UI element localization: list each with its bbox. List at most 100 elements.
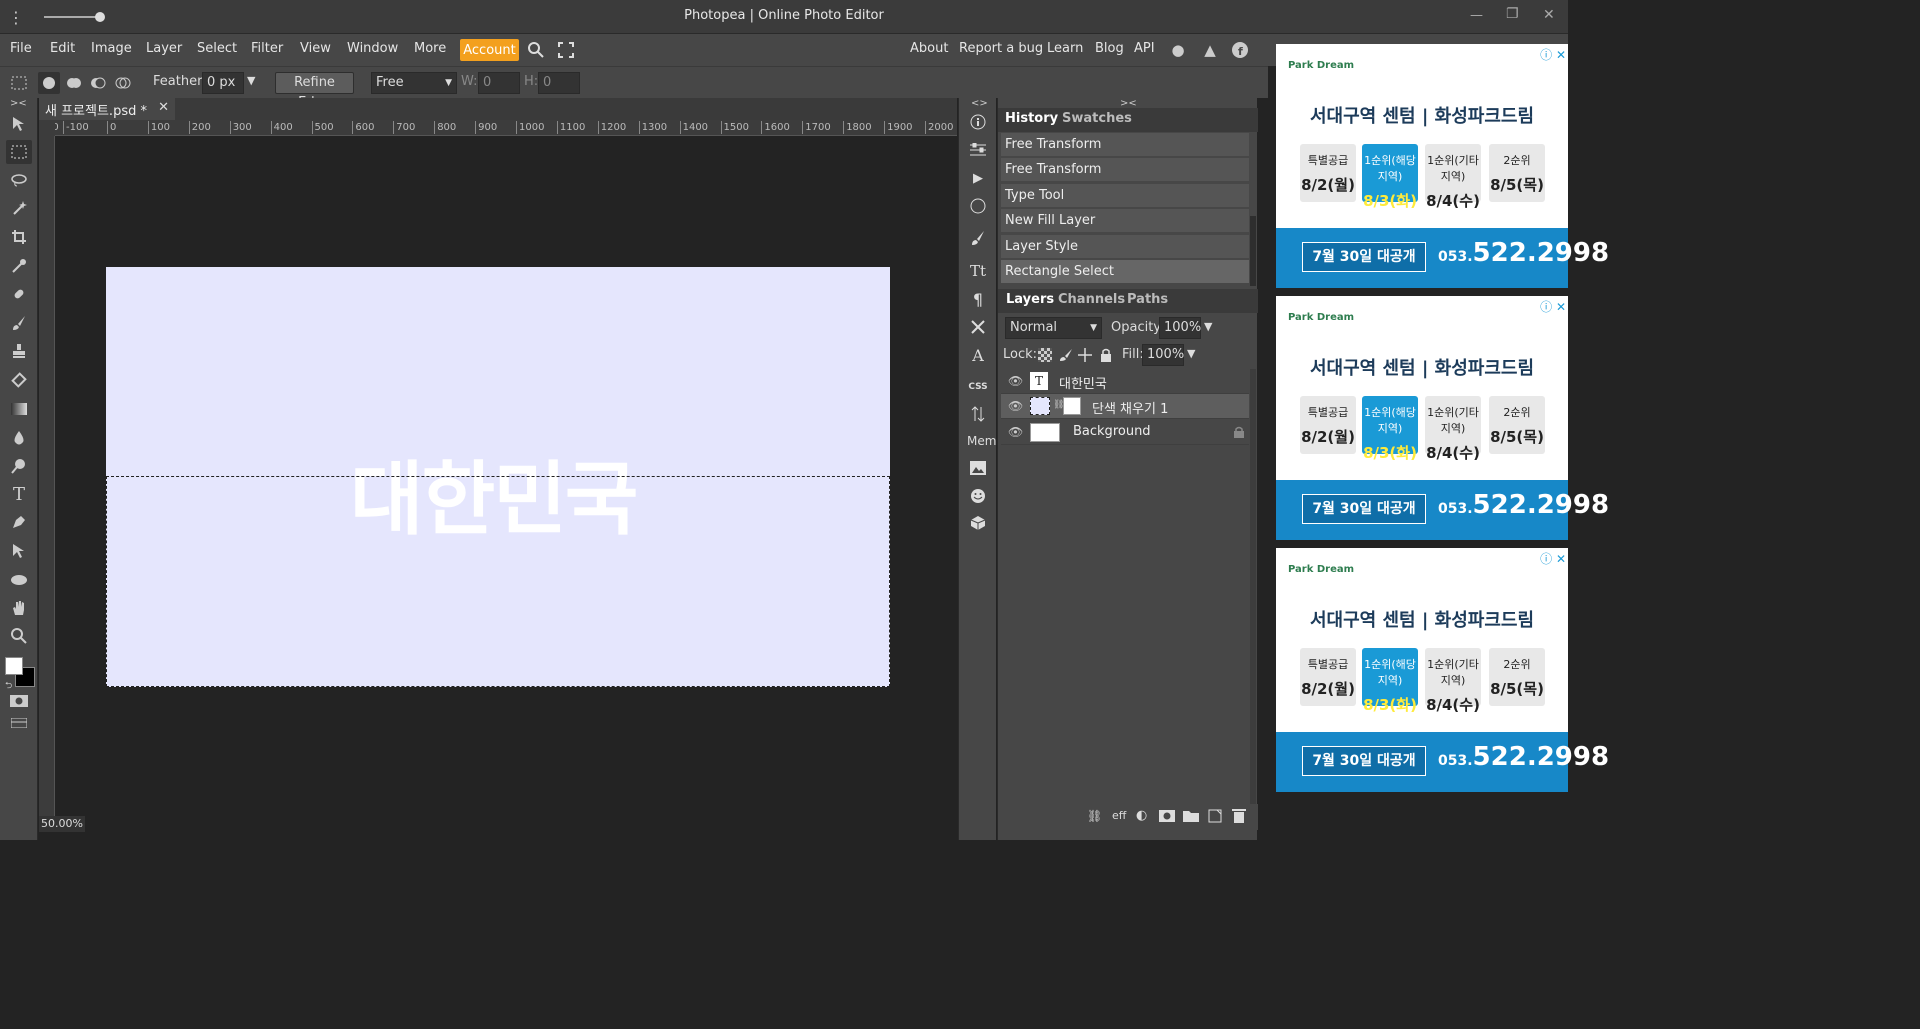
- fullscreen-icon[interactable]: [556, 40, 576, 60]
- ellipse-tool-icon[interactable]: [6, 568, 32, 592]
- history-item[interactable]: Free Transform: [1001, 158, 1249, 182]
- feather-input[interactable]: 0 px: [202, 72, 244, 94]
- opacity-dropdown-icon[interactable]: ▼: [1204, 320, 1212, 333]
- width-input[interactable]: 0: [478, 72, 520, 94]
- healing-brush-tool-icon[interactable]: [6, 282, 32, 306]
- ad-banner[interactable]: Park Dream ⓘ ✕ 서대구역 센텀 | 화성파크드림 특별공급 8/2(…: [1276, 548, 1609, 792]
- tab-history[interactable]: History: [1005, 111, 1058, 126]
- history-scrollbar[interactable]: [1250, 216, 1256, 286]
- brush-settings-icon[interactable]: [965, 226, 991, 250]
- close-button[interactable]: ✕: [1543, 7, 1555, 23]
- horizontal-ruler[interactable]: 00-1000100200300400500600700800900100011…: [39, 120, 957, 136]
- sort-icon[interactable]: [965, 402, 991, 426]
- link-learn[interactable]: Learn: [1047, 41, 1083, 56]
- facebook-icon[interactable]: f: [1229, 40, 1251, 60]
- layer-row-text[interactable]: 👁 T 대한민국: [1001, 369, 1249, 394]
- style-select[interactable]: Free ▼: [371, 72, 457, 94]
- vertical-ruler[interactable]: [39, 136, 55, 822]
- tool-presets-icon[interactable]: [965, 315, 991, 339]
- clone-stamp-tool-icon[interactable]: [6, 339, 32, 363]
- info-icon[interactable]: [965, 110, 991, 134]
- tab-channels[interactable]: Channels: [1058, 292, 1125, 307]
- add-mask-icon[interactable]: [1159, 809, 1175, 823]
- magic-wand-tool-icon[interactable]: [6, 196, 32, 220]
- memory-label[interactable]: Mem: [967, 434, 996, 448]
- menu-image[interactable]: Image: [91, 41, 132, 56]
- menu-view[interactable]: View: [300, 41, 331, 56]
- search-icon[interactable]: [526, 40, 546, 60]
- character-icon[interactable]: Tt: [965, 259, 991, 283]
- pen-tool-icon[interactable]: [6, 510, 32, 534]
- lock-paint-icon[interactable]: [1058, 347, 1074, 363]
- blur-tool-icon[interactable]: [6, 426, 32, 450]
- lock-position-icon[interactable]: [1077, 347, 1093, 363]
- history-item[interactable]: Free Transform: [1001, 133, 1249, 157]
- type-tool-icon[interactable]: T: [6, 482, 32, 506]
- height-input[interactable]: 0: [538, 72, 580, 94]
- lasso-tool-icon[interactable]: [6, 168, 32, 192]
- foreground-color-swatch-front[interactable]: [5, 657, 23, 675]
- menu-file[interactable]: File: [10, 41, 32, 56]
- ad-banner[interactable]: Park Dream ⓘ ✕ 서대구역 센텀 | 화성파크드림 특별공급 8/2(…: [1276, 44, 1609, 288]
- blend-mode-select[interactable]: Normal ▼: [1005, 317, 1102, 339]
- marquee-selection[interactable]: [106, 476, 890, 687]
- glyphs-icon[interactable]: A: [965, 343, 991, 367]
- navigator-icon[interactable]: [965, 194, 991, 218]
- selection-new-icon[interactable]: [38, 72, 60, 94]
- ad-close-icon[interactable]: ⓘ ✕: [1540, 550, 1566, 567]
- move-tool-icon[interactable]: [6, 112, 32, 136]
- tab-layers[interactable]: Layers: [1006, 292, 1054, 307]
- swap-colors-icon[interactable]: ⮌: [5, 678, 12, 694]
- paragraph-icon[interactable]: ¶: [965, 287, 991, 311]
- fill-dropdown-icon[interactable]: ▼: [1187, 347, 1195, 360]
- restore-button[interactable]: ❐: [1506, 6, 1519, 22]
- history-item-current[interactable]: Rectangle Select: [1001, 260, 1249, 284]
- collapse-toggle-icon[interactable]: ><: [10, 98, 27, 109]
- actions-play-icon[interactable]: ▶: [965, 166, 991, 190]
- reddit-icon[interactable]: ●: [1167, 40, 1189, 60]
- layer-name[interactable]: 대한민국: [1059, 373, 1107, 392]
- new-group-icon[interactable]: [1183, 809, 1199, 823]
- delete-layer-icon[interactable]: [1231, 808, 1247, 824]
- link-layers-icon[interactable]: ⛓: [1087, 809, 1102, 823]
- selection-intersect-icon[interactable]: [112, 72, 134, 94]
- fill-input[interactable]: 100%: [1142, 344, 1184, 366]
- lock-all-icon[interactable]: [1098, 347, 1114, 363]
- layer-name[interactable]: Background: [1073, 424, 1151, 439]
- selection-subtract-icon[interactable]: [87, 72, 109, 94]
- crop-tool-icon[interactable]: [6, 225, 32, 249]
- history-item[interactable]: Layer Style: [1001, 235, 1249, 259]
- twitter-icon[interactable]: ▲: [1199, 40, 1221, 60]
- 3d-icon[interactable]: [965, 511, 991, 535]
- dodge-tool-icon[interactable]: [6, 454, 32, 478]
- menu-edit[interactable]: Edit: [50, 41, 75, 56]
- layer-name[interactable]: 단색 채우기 1: [1092, 398, 1168, 417]
- refine-edge-button[interactable]: Refine Edge: [275, 72, 354, 110]
- lock-transparency-icon[interactable]: [1038, 348, 1052, 362]
- link-api[interactable]: API: [1134, 41, 1155, 56]
- tab-paths[interactable]: Paths: [1127, 292, 1168, 307]
- link-blog[interactable]: Blog: [1095, 41, 1124, 56]
- path-select-tool-icon[interactable]: [6, 539, 32, 563]
- brush-tool-icon[interactable]: [6, 311, 32, 335]
- zoom-tool-icon[interactable]: [6, 624, 32, 648]
- link-about[interactable]: About: [910, 41, 948, 56]
- quick-mask-icon[interactable]: [9, 694, 29, 708]
- image-icon[interactable]: [965, 456, 991, 480]
- css-icon[interactable]: CSS: [965, 375, 991, 399]
- hand-tool-icon[interactable]: [6, 596, 32, 620]
- eye-icon[interactable]: 👁: [1008, 399, 1023, 413]
- menu-window[interactable]: Window: [347, 41, 398, 56]
- layers-scrollbar[interactable]: [1250, 369, 1256, 809]
- minimize-button[interactable]: —: [1470, 8, 1483, 23]
- ad-close-icon[interactable]: ⓘ ✕: [1540, 46, 1566, 63]
- close-tab-icon[interactable]: ✕: [158, 100, 169, 115]
- eye-icon[interactable]: 👁: [1008, 374, 1023, 388]
- menu-select[interactable]: Select: [197, 41, 237, 56]
- account-button[interactable]: Account: [460, 39, 519, 61]
- tab-swatches[interactable]: Swatches: [1062, 111, 1132, 126]
- marquee-tool-icon[interactable]: [8, 73, 30, 93]
- adjustments-icon[interactable]: [965, 138, 991, 162]
- ad-banner[interactable]: Park Dream ⓘ ✕ 서대구역 센텀 | 화성파크드림 특별공급 8/2(…: [1276, 296, 1609, 540]
- layer-row-fill[interactable]: 👁 ⛓ 단색 채우기 1: [1001, 394, 1249, 419]
